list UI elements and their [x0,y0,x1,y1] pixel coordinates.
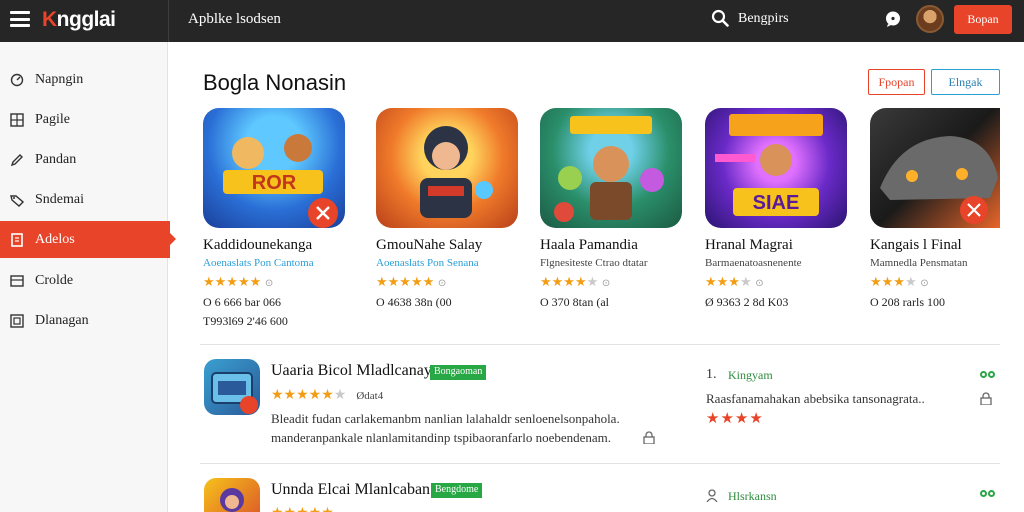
app-card[interactable]: ROR Kaddidounekanga Aoenaslats Pon Canto… [203,108,358,333]
app-card[interactable]: GmouNahe Salay Aoenaslats Pon Senana ★★★… [376,108,531,333]
open-button[interactable]: Bopan [954,5,1012,34]
star-rating: ★★★★ ⊙ [870,274,929,289]
svg-text:SIAE: SIAE [753,192,800,214]
topbar-divider [168,0,169,42]
side-rating: ★★★★ [706,410,764,427]
lock-icon [643,431,655,444]
sidebar-item-label: Napngin [35,71,84,87]
star-rating: ★★★★★ ⊙ [540,274,611,289]
sidebar-item-label: Crolde [35,272,74,288]
row-title[interactable]: Unnda Elcai Mlanlcaban [271,481,430,499]
app-name: Hranal Magrai [705,237,793,253]
page-title: Apblke lsodsen [188,11,281,27]
status-badge: Bengdome [431,483,483,498]
search-label[interactable]: Bengpirs [738,11,789,27]
row-title[interactable]: Uaaria Bicol Mladlcanay [271,362,432,380]
app-name: Haala Pamandia [540,237,638,253]
row-side-label[interactable]: Hlsrkansn [728,489,777,504]
toggle-icon[interactable] [980,365,996,378]
grid-icon [9,112,25,128]
app-publisher[interactable]: Aoenaslats Pon Cantoma [203,257,314,269]
app-card[interactable]: Haala Pamandia Flgnesiteste Ctrao dtatar… [540,108,695,333]
lock-icon [980,392,992,405]
tag-icon [9,192,25,208]
app-stats-secondary: T993l69 2'46 600 [203,314,288,328]
game-thumbnail: SIAE [705,108,847,228]
game-thumbnail [870,108,1000,228]
rank-number: 1. [706,367,717,382]
app-icon[interactable] [204,359,260,415]
divider [200,344,1000,345]
pen-icon [9,152,25,168]
sort-button[interactable]: Elngak [931,69,1000,95]
avatar[interactable] [916,5,944,33]
top-bar: Kngglai Apblke lsodsen Bengpirs Bopan [0,0,1024,42]
app-publisher[interactable]: Aoenaslats Pon Senana [376,257,479,269]
sidebar: Napngin Pagile Pandan Sndemai Adelos Cro… [0,42,176,512]
app-icon[interactable] [204,478,260,512]
row-side-description: Raasfanamahakan abebsika tansonagrata.. [706,391,925,406]
document-icon [9,232,25,248]
game-thumbnail: ROR [203,108,345,228]
frame-icon [9,313,25,329]
app-publisher[interactable]: Barmaenatoasnenente [705,257,802,269]
status-badge: Bongaoman [430,365,487,380]
star-rating: ★★★★ ⊙ [705,274,764,289]
sidebar-item-label: Adelos [35,231,75,247]
sidebar-item-adelos[interactable]: Adelos [0,221,176,258]
row-side-label[interactable]: Kingyam [728,368,773,383]
star-rating: ★★★★★ [271,504,334,512]
app-stats: O 6 666 bar 066 [203,295,281,309]
app-stats: O 208 rarls 100 [870,295,945,309]
section-title: Boglа Nonasin [203,70,347,95]
app-card[interactable]: SIAE Hranal Magrai Barmaenatoasnenente ★… [705,108,860,333]
star-rating: ★★★★★ ⊙ [376,274,447,289]
sidebar-item-crolde[interactable]: Crolde [0,262,168,299]
sidebar-item-sndemai[interactable]: Sndemai [0,181,168,218]
app-name: Kaddidounekanga [203,237,313,253]
hamburger-menu-icon[interactable] [10,11,30,27]
star-rating: ★★★★★★ Ødat4 [271,386,384,402]
app-name: Kangais l Final [870,237,962,253]
sidebar-item-label: Dlanagan [35,312,89,328]
sidebar-item-label: Pandan [35,151,77,167]
sidebar-item-pagile[interactable]: Pagile [0,101,168,138]
chat-bubble-icon[interactable] [884,10,902,28]
star-rating: ★★★★★ ⊙ [203,274,274,289]
sidebar-item-pandan[interactable]: Pandan [0,141,168,178]
game-thumbnail [376,108,518,228]
filter-button[interactable]: Fpopan [868,69,925,95]
app-name: GmouNahe Salay [376,237,483,253]
game-thumbnail [540,108,682,228]
divider [200,463,1000,464]
sidebar-item-napngin[interactable]: Napngin [0,61,168,98]
app-stats: O 370 8tan (al [540,295,609,309]
svg-text:ROR: ROR [252,172,297,194]
gauge-icon [9,72,25,88]
app-publisher[interactable]: Flgnesiteste Ctrao dtatar [540,257,648,269]
row-description: Bleadit fudan carlakemanbm nanlian lalah… [271,411,620,426]
box-icon [9,273,25,289]
app-publisher[interactable]: Mamnedla Pensmatan [870,257,967,269]
row-description-line2: manderanpankale nlanlamitandinp tspibaor… [271,430,612,445]
sidebar-item-label: Pagile [35,111,70,127]
app-stats: Ø 9363 2 8d K03 [705,295,789,309]
toggle-icon[interactable] [980,484,996,497]
sidebar-item-label: Sndemai [35,191,84,207]
app-stats: O 4638 38n (00 [376,295,452,309]
user-icon [706,489,718,502]
app-card[interactable]: Kangais l Final Mamnedla Pensmatan ★★★★ … [870,108,1024,333]
app-logo[interactable]: Kngglai [42,8,116,32]
sidebar-item-dlanagan[interactable]: Dlanagan [0,302,168,339]
search-icon[interactable] [711,9,729,27]
